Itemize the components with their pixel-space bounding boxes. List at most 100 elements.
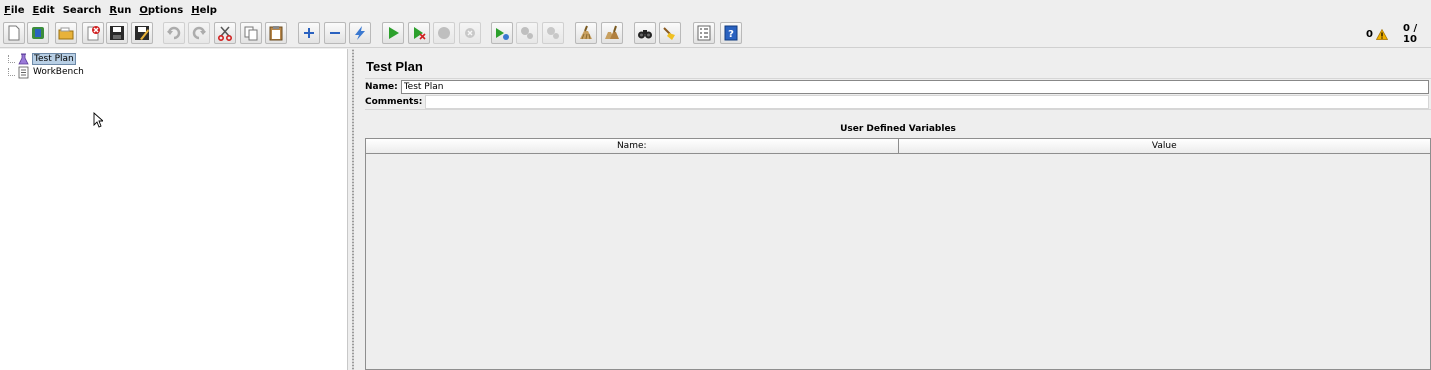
menu-run[interactable]: Run [109,5,131,16]
clear-button[interactable] [575,22,597,44]
menu-search[interactable]: Search [63,5,102,16]
menu-run-mnemonic: R [109,4,118,16]
tree-item-label: WorkBench [33,67,84,77]
function-helper-button[interactable] [693,22,715,44]
active-threads-count: 0 / 10 [1403,23,1418,45]
search-button[interactable] [634,22,656,44]
test-plan-tree[interactable]: Test Plan WorkBench [0,49,348,370]
stop-button[interactable] [433,22,455,44]
open-icon [58,27,74,40]
name-label: Name: [365,81,398,92]
copy-icon [244,26,258,41]
menu-help-mnemonic: H [191,4,200,16]
active-threads-indicator: 0 / 10 [1403,20,1431,48]
reset-search-icon [663,27,675,40]
menu-options-label: ptions [147,4,184,16]
menu-file[interactable]: File [4,5,24,16]
start-no-pauses-button[interactable] [408,22,430,44]
menu-edit-label: dit [39,4,55,16]
remote-start-button[interactable] [491,22,513,44]
column-header-value[interactable]: Value [897,139,1430,153]
warning-indicator[interactable]: 0 [1366,20,1388,48]
copy-button[interactable] [240,22,262,44]
cut-icon [218,26,232,41]
start-icon [389,27,399,39]
comments-row: Comments: [365,95,1431,110]
name-row: Name: [365,78,1431,94]
undo-button[interactable] [163,22,185,44]
save-as-icon [135,26,149,40]
tree-item-label: Test Plan [32,53,76,65]
warning-count: 0 [1366,28,1373,40]
help-button[interactable]: ? [720,22,742,44]
new-button[interactable] [3,22,25,44]
paste-icon [269,26,283,41]
menu-edit[interactable]: Edit [32,5,54,16]
warning-icon [1375,28,1388,40]
redo-button[interactable] [188,22,210,44]
remote-shutdown-button[interactable] [542,22,564,44]
toolbar: ? 0 0 / 10 [0,20,1431,48]
menu-file-label: ile [10,4,25,16]
clear-icon [580,25,592,40]
menu-options[interactable]: Options [139,5,183,16]
remote-stop-button[interactable] [516,22,538,44]
remote-start-icon [496,28,509,40]
test-plan-panel: Test Plan Name: Comments: User Defined V… [358,49,1431,370]
function-helper-icon [697,25,711,41]
remote-stop-icon [521,27,533,39]
expand-icon [304,28,314,38]
menu-search-label: Search [62,4,102,16]
menu-help[interactable]: Help [191,5,217,16]
stop-icon [438,27,450,39]
templates-button[interactable] [27,22,49,44]
name-input[interactable] [400,79,1429,94]
shutdown-button[interactable] [459,22,481,44]
menu-run-label: un [117,4,132,16]
shutdown-icon [465,28,475,38]
toggle-icon [355,26,365,40]
clear-all-button[interactable] [601,22,623,44]
test-plan-icon [18,53,29,64]
remote-shutdown-icon [547,27,559,39]
menu-help-label: elp [199,4,217,16]
save-button[interactable] [106,22,128,44]
tree-branch-line [8,68,15,76]
help-icon: ? [724,25,738,41]
expand-all-button[interactable] [298,22,320,44]
search-icon [638,30,652,39]
reset-search-button[interactable] [659,22,681,44]
new-icon [8,25,20,41]
collapse-all-button[interactable] [324,22,346,44]
tree-item-workbench[interactable]: WorkBench [8,65,85,79]
mouse-pointer-icon [93,112,103,128]
tree-branch-line [8,55,15,63]
column-header-name[interactable]: Name: [366,139,898,153]
close-button[interactable] [82,22,104,44]
tree-item-test-plan[interactable]: Test Plan [8,52,76,66]
save-as-button[interactable] [131,22,153,44]
panel-title: Test Plan [366,59,423,74]
toggle-button[interactable] [349,22,371,44]
cut-button[interactable] [214,22,236,44]
menu-file-mnemonic: F [4,4,11,16]
workbench-icon [18,66,29,78]
split-pane-divider[interactable] [349,49,357,370]
close-icon [87,26,100,41]
svg-text:?: ? [728,29,734,40]
start-button[interactable] [382,22,404,44]
menu-bar: File Edit Search Run Options Help [0,0,1431,20]
table-header: Name: Value [366,139,1430,154]
menu-options-mnemonic: O [139,4,148,16]
templates-icon [32,27,44,39]
splitter-grip [352,49,354,370]
user-defined-variables-title: User Defined Variables [840,124,956,134]
comments-label: Comments: [365,97,423,107]
user-defined-variables-table[interactable]: Name: Value [365,138,1431,370]
paste-button[interactable] [265,22,287,44]
clear-all-icon [605,25,619,39]
save-icon [110,26,124,40]
undo-icon [167,26,181,40]
open-button[interactable] [55,22,77,44]
comments-input[interactable] [425,95,1429,109]
